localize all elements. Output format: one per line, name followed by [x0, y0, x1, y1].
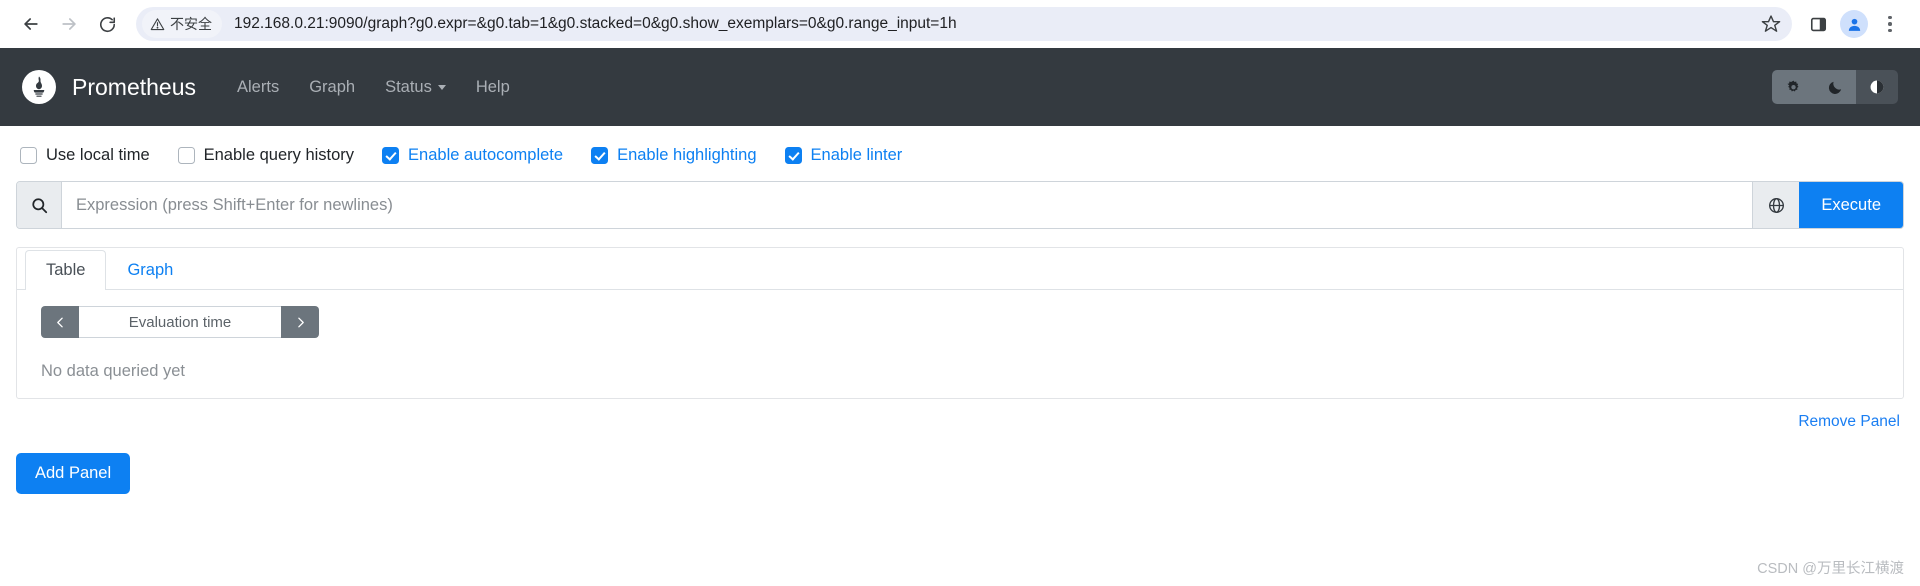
nav-link-help[interactable]: Help: [461, 72, 525, 103]
sun-gear-icon: [1786, 80, 1799, 91]
search-icon: [31, 197, 47, 213]
browser-toolbar: 不安全 192.168.0.21:9090/graph?g0.expr=&g0.…: [0, 0, 1920, 48]
eval-time-prev-button[interactable]: [41, 306, 79, 338]
three-dot-menu-icon: [1888, 15, 1892, 33]
tab-table[interactable]: Table: [25, 249, 107, 290]
nav-link-alerts[interactable]: Alerts: [222, 72, 294, 103]
expression-bar: Execute: [16, 181, 1904, 229]
add-panel-row: Add Panel: [16, 431, 1904, 494]
theme-toggle-group: [1772, 70, 1898, 104]
chevron-down-icon: [437, 84, 446, 90]
remove-panel-row: Remove Panel: [16, 399, 1904, 431]
side-panel-button[interactable]: [1802, 8, 1834, 40]
url-text: 192.168.0.21:9090/graph?g0.expr=&g0.tab=…: [234, 15, 957, 32]
navbar-links: Alerts Graph Status Help: [222, 72, 525, 103]
browser-actions: [1802, 8, 1906, 40]
option-label: Use local time: [46, 146, 150, 164]
chevron-left-icon: [56, 317, 63, 327]
browser-menu-button[interactable]: [1874, 8, 1906, 40]
warning-triangle-icon: [150, 17, 165, 30]
option-label: Enable autocomplete: [408, 146, 564, 164]
browser-back-button[interactable]: [14, 7, 48, 41]
page-content: Use local time Enable query history Enab…: [0, 126, 1920, 494]
empty-state-message: No data queried yet: [41, 362, 186, 380]
option-enable-highlighting[interactable]: Enable highlighting: [591, 146, 757, 165]
metrics-explorer-button[interactable]: [1752, 182, 1800, 228]
search-button[interactable]: [17, 182, 62, 228]
option-enable-query-history[interactable]: Enable query history: [177, 146, 355, 165]
expression-input[interactable]: [62, 182, 1753, 228]
back-arrow-icon: [24, 18, 38, 30]
option-label: Enable linter: [810, 146, 903, 164]
option-label: Enable highlighting: [617, 146, 757, 164]
chevron-right-icon: [297, 317, 304, 327]
add-panel-button[interactable]: Add Panel: [16, 453, 131, 494]
nav-link-status-label: Status: [385, 77, 432, 96]
query-options-row: Use local time Enable query history Enab…: [16, 126, 1904, 177]
nav-link-status[interactable]: Status: [370, 72, 461, 103]
prometheus-navbar: Prometheus Alerts Graph Status Help: [0, 48, 1920, 126]
checkbox-use-local-time[interactable]: [20, 147, 37, 164]
half-circle-icon: [1870, 80, 1884, 94]
execute-button[interactable]: Execute: [1799, 182, 1903, 228]
nav-link-graph[interactable]: Graph: [294, 72, 370, 103]
checkbox-enable-highlighting[interactable]: [591, 147, 609, 164]
eval-time-input[interactable]: Evaluation time: [79, 306, 281, 338]
panel-tabs: Table Graph: [17, 248, 1903, 290]
side-panel-icon: [1810, 17, 1826, 31]
option-label: Enable query history: [203, 146, 355, 164]
profile-avatar-icon: [1848, 18, 1860, 31]
checkbox-enable-autocomplete[interactable]: [382, 147, 400, 164]
address-bar[interactable]: 不安全 192.168.0.21:9090/graph?g0.expr=&g0.…: [136, 7, 1792, 41]
option-enable-autocomplete[interactable]: Enable autocomplete: [382, 146, 563, 165]
evaluation-time-control: Evaluation time: [41, 306, 319, 338]
watermark: CSDN @万里长江横渡: [1757, 561, 1904, 577]
checkbox-enable-query-history[interactable]: [177, 147, 195, 164]
remove-panel-link[interactable]: Remove Panel: [1798, 413, 1900, 430]
eval-time-next-button[interactable]: [281, 306, 319, 338]
nav-link-alerts-label: Alerts: [237, 77, 280, 96]
browser-reload-button[interactable]: [90, 7, 124, 41]
site-security-chip[interactable]: 不安全: [142, 10, 222, 38]
prometheus-logo[interactable]: [22, 70, 56, 104]
nav-link-help-label: Help: [475, 77, 510, 96]
browser-forward-button[interactable]: [52, 7, 86, 41]
query-panel: Table Graph Evaluation time No data quer…: [16, 247, 1904, 399]
theme-light-button[interactable]: [1772, 70, 1814, 104]
reload-icon: [99, 16, 115, 32]
option-enable-linter[interactable]: Enable linter: [784, 146, 903, 165]
bookmark-button[interactable]: [1756, 9, 1786, 39]
tab-graph[interactable]: Graph: [106, 250, 194, 290]
forward-arrow-icon: [62, 18, 76, 30]
theme-auto-button[interactable]: [1856, 70, 1898, 104]
profile-button[interactable]: [1840, 10, 1868, 38]
moon-icon: [1828, 81, 1841, 94]
bookmark-star-icon: [1761, 15, 1781, 32]
globe-icon: [1768, 197, 1784, 213]
security-label: 不安全: [170, 16, 212, 32]
option-use-local-time[interactable]: Use local time: [20, 146, 150, 165]
brand-title[interactable]: Prometheus: [72, 74, 196, 101]
prometheus-torch-icon: [33, 76, 45, 97]
theme-dark-button[interactable]: [1814, 70, 1856, 104]
nav-link-graph-label: Graph: [309, 77, 356, 96]
checkbox-enable-linter[interactable]: [784, 147, 802, 164]
